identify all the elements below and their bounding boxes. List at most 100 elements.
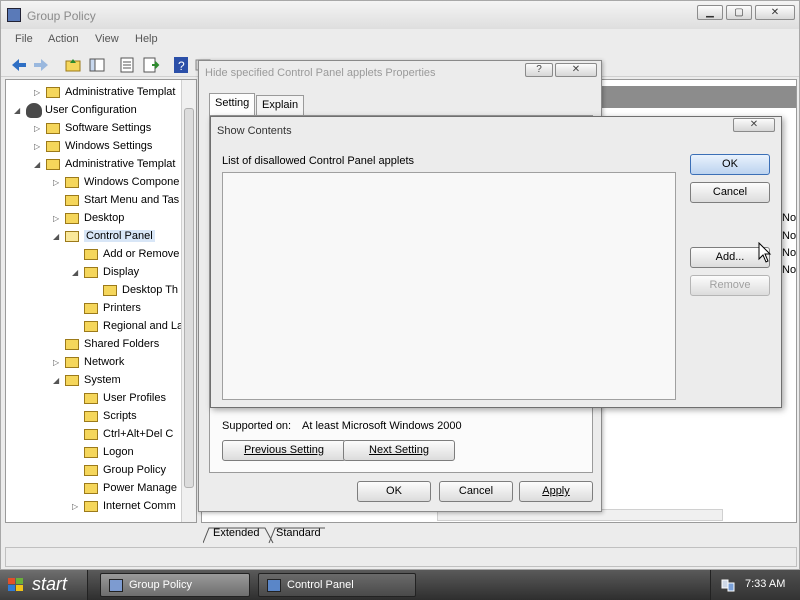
up-folder-icon[interactable] — [63, 55, 81, 73]
folder-icon — [84, 411, 98, 422]
taskbar-control-panel[interactable]: Control Panel — [258, 573, 416, 597]
apply-label: Apply — [542, 485, 570, 497]
forward-arrow-icon[interactable] — [31, 55, 49, 73]
tree-item[interactable]: ◢ Display — [72, 264, 196, 282]
properties-icon[interactable] — [117, 55, 135, 73]
apply-button[interactable]: Apply — [519, 481, 593, 502]
tree-item[interactable]: Printers — [72, 300, 196, 318]
tree-item[interactable]: Scripts — [72, 408, 196, 426]
tree-item[interactable]: ▷ Windows Settings — [34, 138, 196, 156]
show-ok-button[interactable]: OK — [690, 154, 770, 175]
folder-icon — [84, 501, 98, 512]
back-arrow-icon[interactable] — [9, 55, 27, 73]
tree-item[interactable]: Logon — [72, 444, 196, 462]
tree-item-label: Administrative Templat — [65, 86, 176, 98]
start-label: start — [32, 574, 68, 594]
tree-item-label: Windows Settings — [65, 140, 153, 152]
tree-item[interactable]: ◢ Administrative Templat — [34, 156, 196, 174]
folder-icon — [84, 465, 98, 476]
menu-file[interactable]: File — [15, 33, 33, 45]
dialog-close-button[interactable]: ✕ — [555, 63, 597, 77]
ok-button[interactable]: OK — [357, 481, 431, 502]
expand-arrow-icon — [72, 251, 79, 258]
vertical-scrollbar[interactable] — [181, 80, 196, 522]
tree-item-label: Internet Comm — [103, 500, 176, 512]
tab-outline — [203, 527, 325, 544]
tab-explain[interactable]: Explain — [256, 95, 305, 115]
tree-item[interactable]: Shared Folders — [53, 336, 196, 354]
tree-item[interactable]: ◢ User Configuration — [14, 102, 194, 120]
expand-arrow-icon[interactable]: ▷ — [34, 125, 41, 133]
collapse-arrow-icon[interactable]: ◢ — [14, 107, 21, 115]
title-bar[interactable]: Group Policy ▁ ▢ ✕ — [1, 1, 799, 29]
folder-icon — [65, 195, 79, 206]
tab-setting[interactable]: Setting — [209, 93, 256, 115]
tree-item-label: Network — [84, 356, 125, 368]
expand-arrow-icon[interactable]: ▷ — [53, 179, 60, 187]
remove-button[interactable]: Remove — [690, 275, 770, 296]
folder-icon — [84, 429, 98, 440]
expand-arrow-icon — [72, 413, 79, 420]
network-icon[interactable] — [721, 578, 735, 592]
expand-arrow-icon[interactable]: ▷ — [34, 143, 41, 151]
tree-item[interactable]: ▷ Administrative Templat — [34, 84, 196, 102]
collapse-arrow-icon[interactable]: ◢ — [53, 377, 60, 385]
menu-view[interactable]: View — [95, 33, 119, 45]
tree-item[interactable]: Power Manage — [72, 480, 196, 498]
tree-item[interactable]: ◢ System — [53, 372, 196, 390]
tree-item[interactable]: ▷ Software Settings — [34, 120, 196, 138]
tree-item[interactable]: Ctrl+Alt+Del C — [72, 426, 196, 444]
folder-icon — [65, 213, 79, 224]
tree-item[interactable]: ▷ Desktop — [53, 210, 196, 228]
expand-arrow-icon[interactable]: ▷ — [53, 215, 60, 223]
tree-item[interactable]: Regional and La — [72, 318, 196, 336]
expand-arrow-icon[interactable]: ▷ — [53, 359, 60, 367]
tree-item-label: Windows Compone — [84, 176, 180, 188]
expand-arrow-icon[interactable]: ▷ — [72, 503, 79, 511]
tree-item-label: Start Menu and Tas — [84, 194, 180, 206]
show-cancel-button[interactable]: Cancel — [690, 182, 770, 203]
expand-arrow-icon[interactable]: ▷ — [34, 89, 41, 97]
collapse-arrow-icon[interactable]: ◢ — [34, 161, 41, 169]
dialog-help-button[interactable]: ? — [525, 63, 553, 77]
tree-item-label: Logon — [103, 446, 134, 458]
start-button[interactable]: start — [0, 570, 88, 600]
tree-item[interactable]: ◢ Control Panel — [53, 228, 196, 246]
clock[interactable]: 7:33 AM — [745, 578, 785, 590]
tree-item[interactable]: ▷ Windows Compone — [53, 174, 196, 192]
folder-icon — [65, 339, 79, 350]
tree-item[interactable]: ▷ Internet Comm — [72, 498, 196, 516]
help-icon[interactable]: ? — [171, 55, 189, 73]
collapse-arrow-icon[interactable]: ◢ — [53, 233, 60, 241]
state-cell: No — [782, 212, 797, 224]
menu-help[interactable]: Help — [135, 33, 158, 45]
taskbar-group-policy[interactable]: Group Policy — [100, 573, 250, 597]
minimize-button[interactable]: ▁ — [697, 5, 723, 20]
folder-icon — [103, 285, 117, 296]
tree-item[interactable]: ▷ Network — [53, 354, 196, 372]
show-contents-close-button[interactable]: ✕ — [733, 118, 775, 132]
tree-item[interactable]: Add or Remove — [72, 246, 196, 264]
tree-item-label: User Configuration — [45, 104, 137, 116]
scrollbar-thumb[interactable] — [184, 108, 194, 488]
folder-icon — [84, 249, 98, 260]
close-button[interactable]: ✕ — [755, 5, 795, 20]
cancel-button[interactable]: Cancel — [439, 481, 513, 502]
maximize-button[interactable]: ▢ — [726, 5, 752, 20]
menu-action[interactable]: Action — [48, 33, 79, 45]
next-setting-button[interactable]: Next Setting — [343, 440, 455, 461]
folder-icon — [46, 159, 60, 170]
tree-item-label: Control Panel — [84, 230, 155, 242]
show-hide-tree-icon[interactable] — [87, 55, 105, 73]
tree-item[interactable]: User Profiles — [72, 390, 196, 408]
applets-list[interactable] — [222, 172, 676, 400]
expand-arrow-icon — [53, 341, 60, 348]
tree-item-label: Add or Remove — [103, 248, 180, 260]
tree-item[interactable]: Start Menu and Tas — [53, 192, 196, 210]
folder-icon — [46, 123, 60, 134]
folder-icon — [65, 177, 79, 188]
collapse-arrow-icon[interactable]: ◢ — [72, 269, 79, 277]
tree-item[interactable]: Group Policy — [72, 462, 196, 480]
export-list-icon[interactable] — [141, 55, 160, 73]
previous-setting-button[interactable]: Previous Setting — [222, 440, 346, 461]
